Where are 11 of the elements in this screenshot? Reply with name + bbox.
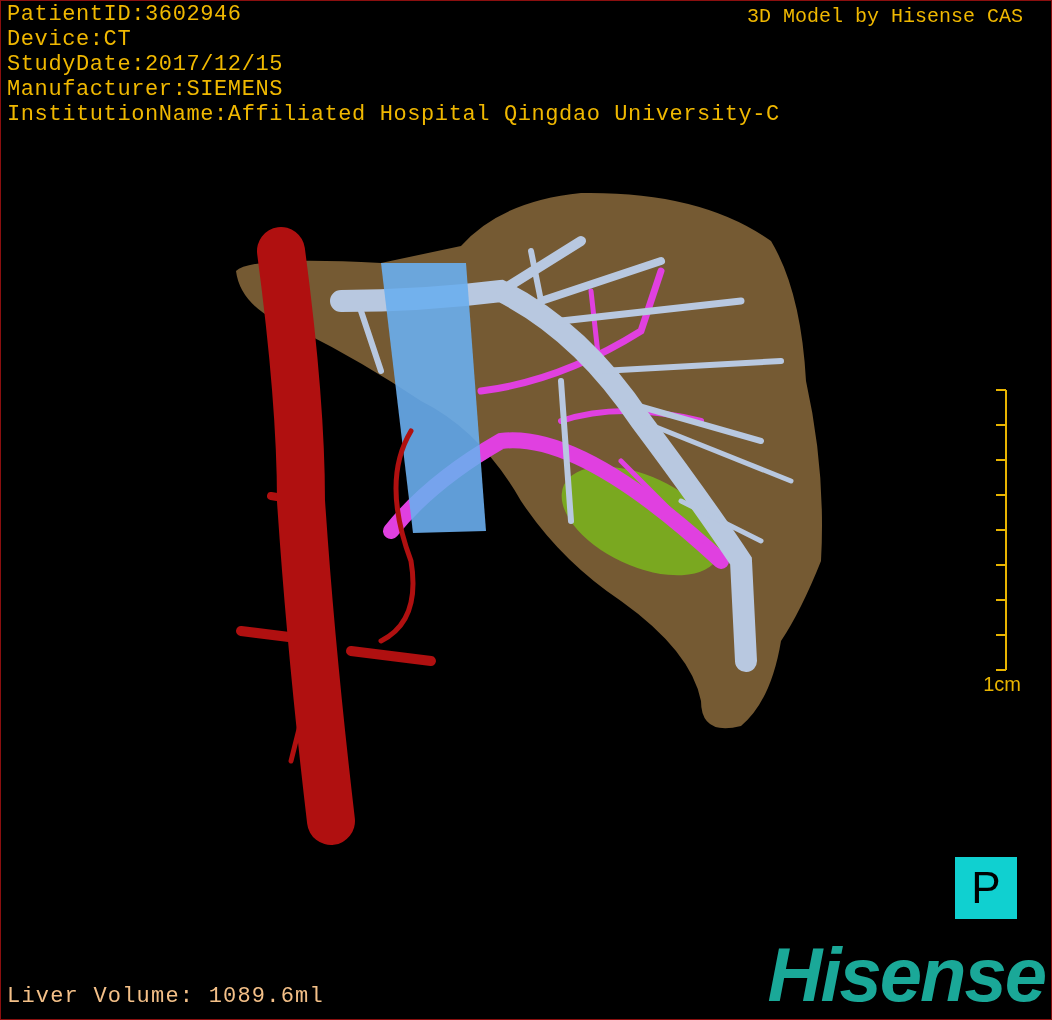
patient-info-text: Manufacturer:SIEMENS: [7, 77, 284, 102]
scale-label: 1cm: [983, 673, 1021, 696]
orientation-marker: P: [955, 857, 1017, 919]
patient-info-text: InstitutionName:Affiliated Hospital Qingdao University-C: [7, 102, 780, 127]
patient-info-text: PatientID:3602946: [7, 2, 242, 27]
credit-text: 3D Model by Hisense CAS: [746, 4, 1023, 30]
scale-bar-icon: [996, 389, 1007, 671]
patient-info-text: StudyDate:2017/12/15: [7, 52, 284, 77]
logo-text: Hisense: [767, 941, 1046, 1009]
liver-volume-text: Liver Volume: 1089.6ml: [7, 984, 324, 1009]
patient-info-text: Device:CT: [7, 27, 132, 52]
